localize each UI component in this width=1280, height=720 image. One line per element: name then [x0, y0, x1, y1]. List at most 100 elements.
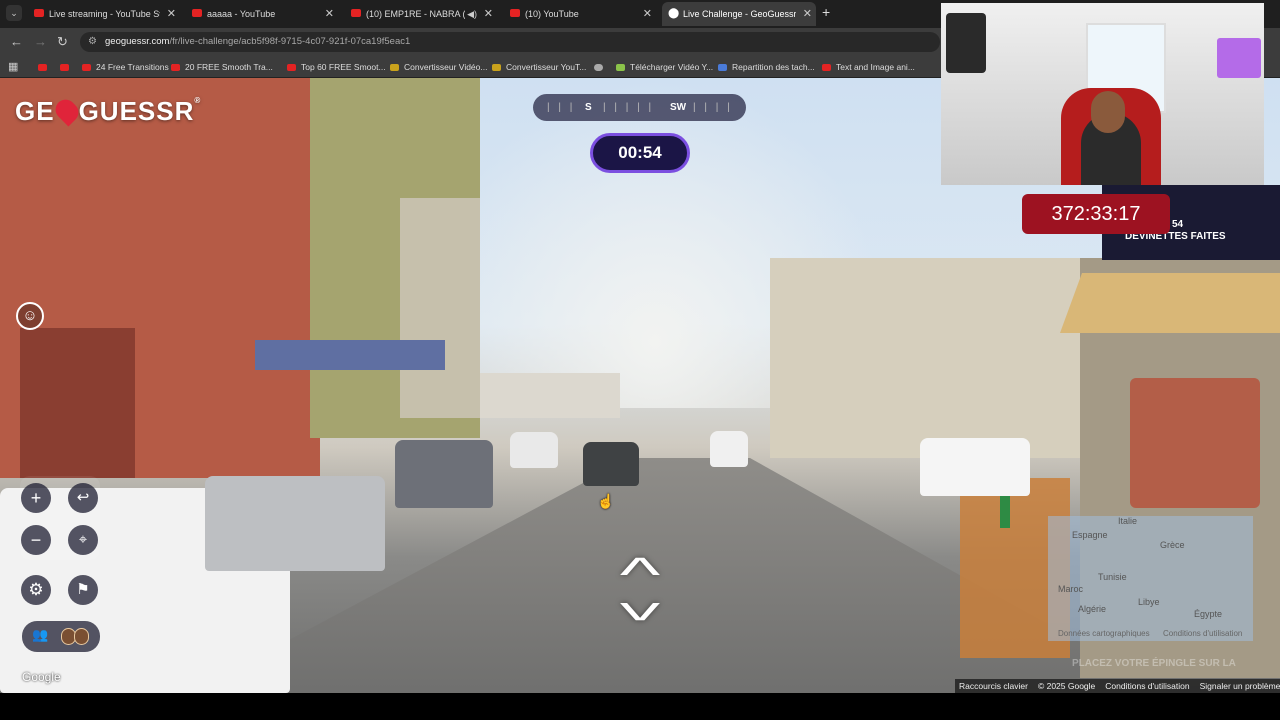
map-label: Algérie	[1078, 604, 1107, 614]
move-arrows[interactable]: ^ ^	[600, 552, 680, 630]
streamer-head	[1091, 91, 1125, 133]
settings-gear-button[interactable]: ⚙	[21, 575, 51, 605]
party-members-button[interactable]: 👥	[22, 621, 100, 652]
compass-ticks: | | | | |	[603, 102, 655, 113]
white-car	[710, 431, 748, 467]
shop-shutter	[20, 328, 135, 478]
youtube-icon	[510, 9, 520, 17]
zoom-in-button[interactable]: +	[21, 483, 51, 513]
stream-runtime-counter: 372:33:17	[1022, 194, 1170, 234]
youtube-icon	[287, 64, 296, 72]
bookmark-item[interactable]: Convertisseur YouT...	[492, 56, 586, 78]
silver-car	[205, 476, 385, 571]
guess-minimap[interactable]: Italie Espagne Grèce Tunisie Maroc Algér…	[1048, 516, 1253, 641]
tab-title: Live streaming - YouTube Studio	[49, 9, 160, 19]
bookmark-item[interactable]	[38, 56, 52, 78]
bookmark-label: Text and Image ani...	[836, 62, 915, 72]
youtube-icon	[822, 64, 831, 72]
bookmark-item[interactable]: 24 Free Transitions f...	[82, 56, 181, 78]
compass-dir-sw: SW	[670, 102, 687, 113]
bookmark-item[interactable]	[594, 56, 608, 78]
url-host: geoguessr.com	[105, 36, 170, 47]
place-guess-button[interactable]: PLACEZ VOTRE ÉPINGLE SUR LA	[1072, 658, 1236, 669]
flag-button[interactable]: ⚑	[68, 575, 98, 605]
map-label: Italie	[1118, 516, 1138, 526]
youtube-icon	[192, 9, 202, 17]
geoguessr-logo[interactable]: GE GUESSR®	[15, 95, 202, 127]
bookmark-item[interactable]: Télécharger Vidéo Y...	[616, 56, 713, 78]
people-icon: 👥	[32, 627, 49, 642]
youtube-icon	[171, 64, 180, 72]
map-label: Maroc	[1058, 584, 1084, 594]
shop-sign	[255, 340, 445, 370]
youtube-icon	[82, 64, 91, 72]
apps-grid-icon[interactable]: ▦	[8, 56, 18, 78]
emoji-reaction-button[interactable]: ☺	[16, 302, 44, 330]
bookmark-label: 24 Free Transitions f...	[96, 62, 181, 72]
tab-youtube-studio[interactable]: Live streaming - YouTube Studio ✕	[28, 2, 180, 26]
close-icon[interactable]: ✕	[803, 2, 812, 26]
compass-dir-s: S	[585, 102, 592, 113]
youtube-icon	[34, 9, 44, 17]
white-van-far	[510, 432, 558, 468]
terms-link[interactable]: Conditions d'utilisation	[1105, 681, 1189, 691]
bookmark-item[interactable]: Convertisseur Vidéo...	[390, 56, 487, 78]
logo-pin-icon	[51, 95, 83, 127]
close-icon[interactable]: ✕	[325, 2, 334, 26]
report-problem-link[interactable]: Signaler un problème	[1200, 681, 1280, 691]
convert-icon	[492, 64, 501, 72]
keyboard-shortcuts-link[interactable]: Raccourcis clavier	[959, 681, 1028, 691]
round-timer: 00:54	[590, 133, 690, 173]
bookmark-label: 20 FREE Smooth Tra...	[185, 62, 273, 72]
map-label: Libye	[1138, 597, 1160, 607]
guess-count: 54	[1172, 219, 1184, 230]
bookmark-label: Repartition des tach...	[732, 62, 815, 72]
tab-live-challenge-geoguessr[interactable]: ⬤ Live Challenge - GeoGuessr ✕	[662, 2, 816, 26]
bookmark-item[interactable]: Top 60 FREE Smoot...	[287, 56, 386, 78]
dark-car	[583, 442, 639, 486]
z-icon	[390, 64, 399, 72]
copyright-text: © 2025 Google	[1037, 681, 1096, 691]
right-building	[770, 258, 1090, 458]
google-watermark: Google	[22, 670, 61, 684]
map-terms-credit[interactable]: Conditions d'utilisation	[1163, 629, 1242, 638]
close-icon[interactable]: ✕	[167, 2, 176, 26]
undo-move-button[interactable]: ↩	[68, 483, 98, 513]
bookmark-item[interactable]	[60, 56, 74, 78]
youtube-icon	[60, 64, 69, 72]
map-label: Espagne	[1072, 530, 1108, 540]
map-label: Tunisie	[1098, 572, 1127, 582]
compass: | | | S | | | | | SW | | | |	[533, 94, 746, 121]
bookmark-item[interactable]: Repartition des tach...	[718, 56, 815, 78]
tab-youtube[interactable]: (10) YouTube ✕	[504, 2, 656, 26]
logo-registered: ®	[194, 96, 202, 105]
move-back-arrow-icon[interactable]: ^	[568, 576, 712, 629]
forward-arrow-icon[interactable]: →	[34, 34, 47, 49]
close-icon[interactable]: ✕	[643, 2, 652, 26]
tab-title: (10) YouTube	[525, 9, 579, 19]
site-info-icon[interactable]: ⚙	[88, 32, 97, 52]
webcam-overlay	[941, 3, 1264, 185]
globe-icon	[594, 64, 603, 72]
bookmark-item[interactable]: 20 FREE Smooth Tra...	[171, 56, 273, 78]
zoom-out-button[interactable]: −	[21, 525, 51, 555]
close-icon[interactable]: ✕	[484, 2, 493, 26]
tab-title: aaaaa - YouTube	[207, 9, 276, 19]
return-to-start-button[interactable]: ⌖	[68, 525, 98, 555]
new-tab-button[interactable]: +	[822, 4, 830, 20]
tab-aaaaa-youtube[interactable]: aaaaa - YouTube ✕	[186, 2, 338, 26]
bookmark-item[interactable]: Text and Image ani...	[822, 56, 915, 78]
beige-building	[400, 198, 480, 418]
avatar	[74, 628, 89, 645]
tab-empire-nabra[interactable]: (10) EMP1RE - NABRA (Official ◀) ✕	[345, 2, 497, 26]
tab-title: Live Challenge - GeoGuessr	[683, 9, 796, 19]
audio-playing-icon[interactable]: ◀)	[467, 2, 477, 26]
map-label: Égypte	[1194, 609, 1223, 619]
url-field[interactable]: ⚙ geoguessr.com/fr/live-challenge/acb5f9…	[80, 32, 940, 52]
youtube-icon	[38, 64, 47, 72]
reload-icon[interactable]: ↻	[57, 34, 68, 50]
download-icon	[616, 64, 625, 72]
tab-search-button[interactable]: ⌄	[6, 5, 22, 21]
back-arrow-icon[interactable]: ←	[10, 34, 23, 49]
bookmark-label: Convertisseur Vidéo...	[404, 62, 488, 72]
